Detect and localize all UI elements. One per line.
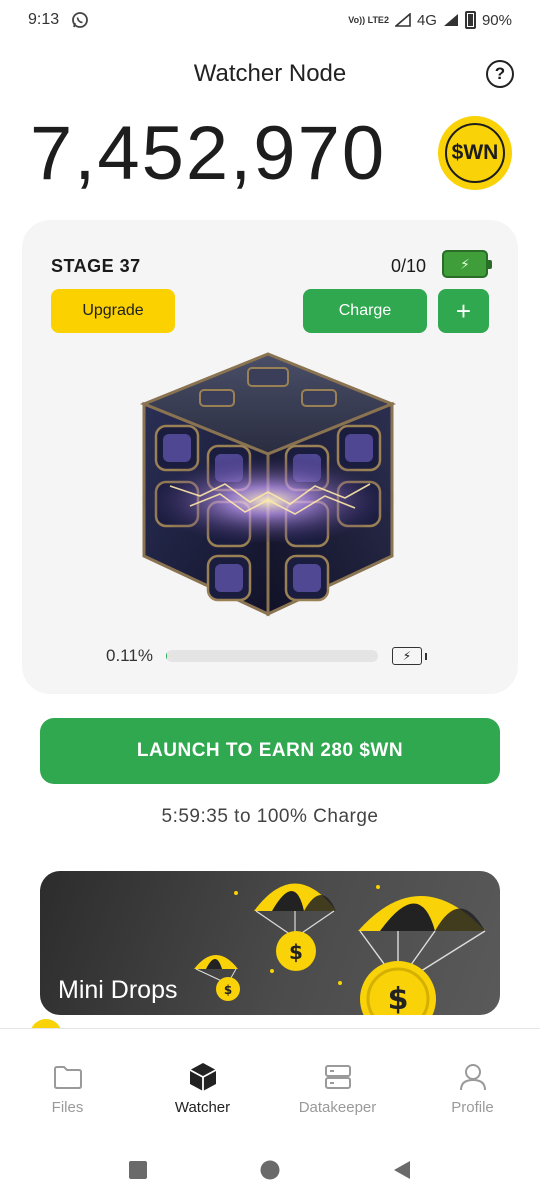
- signal-icon: [394, 13, 411, 27]
- folder-icon: [51, 1061, 85, 1093]
- add-charge-button[interactable]: +: [438, 289, 489, 333]
- server-icon: [321, 1061, 355, 1093]
- user-icon: [456, 1061, 490, 1093]
- signal-icon-2: [443, 14, 458, 26]
- whatsapp-icon: [72, 12, 89, 28]
- help-button[interactable]: ?: [486, 60, 514, 88]
- nav-label-files: Files: [51, 1099, 84, 1116]
- volte-indicator: Vo)) LTE2: [348, 14, 389, 25]
- svg-text:$: $: [289, 940, 303, 964]
- home-icon[interactable]: [259, 1159, 281, 1181]
- battery-percent: 90%: [481, 11, 512, 29]
- charge-button[interactable]: Charge: [303, 289, 427, 333]
- status-right: Vo)) LTE2 4G 90%: [348, 11, 512, 29]
- stage-label: STAGE 37: [51, 256, 141, 276]
- nav-item-profile[interactable]: Profile: [405, 1029, 540, 1138]
- mini-drops-banner[interactable]: $ $ $ Mini Drops: [40, 871, 500, 1015]
- wn-coin-icon: $WN: [438, 116, 512, 190]
- app-header: Watcher Node ?: [0, 52, 540, 96]
- launch-to-earn-button[interactable]: LAUNCH TO EARN 280 $WN: [40, 718, 500, 784]
- battery-icon: [464, 11, 476, 29]
- progress-percent: 0.11%: [106, 646, 153, 665]
- recents-icon[interactable]: [127, 1159, 149, 1181]
- cube-illustration: [139, 352, 397, 617]
- upgrade-button[interactable]: Upgrade: [51, 289, 175, 333]
- status-time: 9:13: [28, 11, 60, 28]
- nav-label-profile: Profile: [451, 1099, 494, 1116]
- mini-drops-label: Mini Drops: [58, 976, 178, 1004]
- battery-charge-icon-small: ⚡: [392, 647, 427, 665]
- cube-icon: [186, 1061, 220, 1093]
- status-bar: 9:13 Vo)) LTE2 4G 90%: [0, 0, 540, 40]
- nav-label-datakeeper: Datakeeper: [298, 1099, 377, 1116]
- balance-display: 7,452,970 $WN: [30, 108, 520, 198]
- charge-progress: 0.11% ⚡: [106, 646, 446, 666]
- nav-label-watcher: Watcher: [174, 1099, 231, 1116]
- svg-text:$: $: [388, 982, 409, 1015]
- network-type: 4G: [416, 11, 437, 29]
- charge-timer: 5:59:35 to 100% Charge: [161, 806, 379, 827]
- status-left: 9:13: [28, 11, 89, 29]
- nav-item-datakeeper[interactable]: Datakeeper: [270, 1029, 405, 1138]
- question-circle-icon: ?: [494, 64, 506, 83]
- system-navigation: [0, 1140, 540, 1200]
- nav-item-watcher[interactable]: Watcher: [135, 1029, 270, 1138]
- svg-text:$: $: [224, 983, 232, 997]
- progress-track: [166, 650, 378, 662]
- watcher-node-card: STAGE 37 0/10 ⚡ Upgrade Charge + 0.11% ⚡: [22, 220, 518, 694]
- page-title: Watcher Node: [193, 60, 347, 87]
- bottom-navigation: Files Watcher Datakeeper Profile: [0, 1028, 540, 1138]
- back-icon[interactable]: [391, 1159, 413, 1181]
- battery-charge-icon: ⚡: [442, 250, 492, 278]
- nav-item-files[interactable]: Files: [0, 1029, 135, 1138]
- node-cube-image: [130, 346, 406, 622]
- charge-count: 0/10: [390, 256, 426, 276]
- balance-value: 7,452,970: [30, 110, 387, 196]
- wn-coin-label: $WN: [445, 123, 505, 183]
